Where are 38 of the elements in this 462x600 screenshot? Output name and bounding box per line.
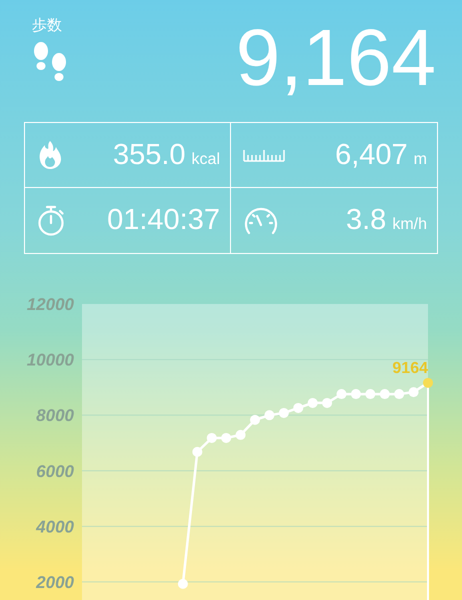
data-point	[293, 402, 304, 413]
data-point	[206, 432, 217, 443]
data-point	[178, 578, 188, 589]
stat-unit: m	[414, 152, 427, 168]
y-axis-label: 6000	[36, 462, 74, 481]
steps-label: 歩数	[32, 18, 62, 33]
data-point	[365, 389, 376, 400]
y-axis-label: 8000	[36, 406, 74, 426]
y-axis-label: 10000	[26, 350, 74, 370]
y-axis-label: 12000	[26, 295, 74, 314]
stat-value: 01:40:37	[107, 206, 220, 235]
y-axis-label: 4000	[36, 517, 74, 536]
data-point	[250, 414, 260, 425]
stat-unit: km/h	[392, 217, 427, 233]
stat-unit: kcal	[192, 152, 220, 168]
flame-icon	[37, 140, 63, 170]
data-point	[221, 432, 232, 443]
speedometer-icon	[243, 206, 279, 236]
data-point	[278, 408, 289, 418]
data-point	[408, 387, 419, 398]
y-axis-label: 2000	[36, 572, 74, 592]
stat-value: 3.8	[346, 206, 386, 235]
data-point	[308, 398, 318, 408]
data-point	[423, 378, 433, 388]
stat-value: 355.0	[112, 140, 186, 170]
data-point	[264, 410, 274, 420]
data-point	[236, 430, 246, 440]
value-label: 9164	[392, 360, 428, 377]
data-point	[394, 389, 404, 400]
data-point	[192, 446, 202, 457]
data-point	[336, 389, 346, 400]
data-point	[380, 389, 390, 400]
data-point	[322, 398, 332, 408]
stat-value: 6,407	[335, 140, 408, 170]
data-point	[350, 389, 361, 400]
step-count: 9,164	[236, 18, 436, 104]
stopwatch-icon	[37, 204, 65, 236]
ruler-icon	[243, 148, 285, 162]
